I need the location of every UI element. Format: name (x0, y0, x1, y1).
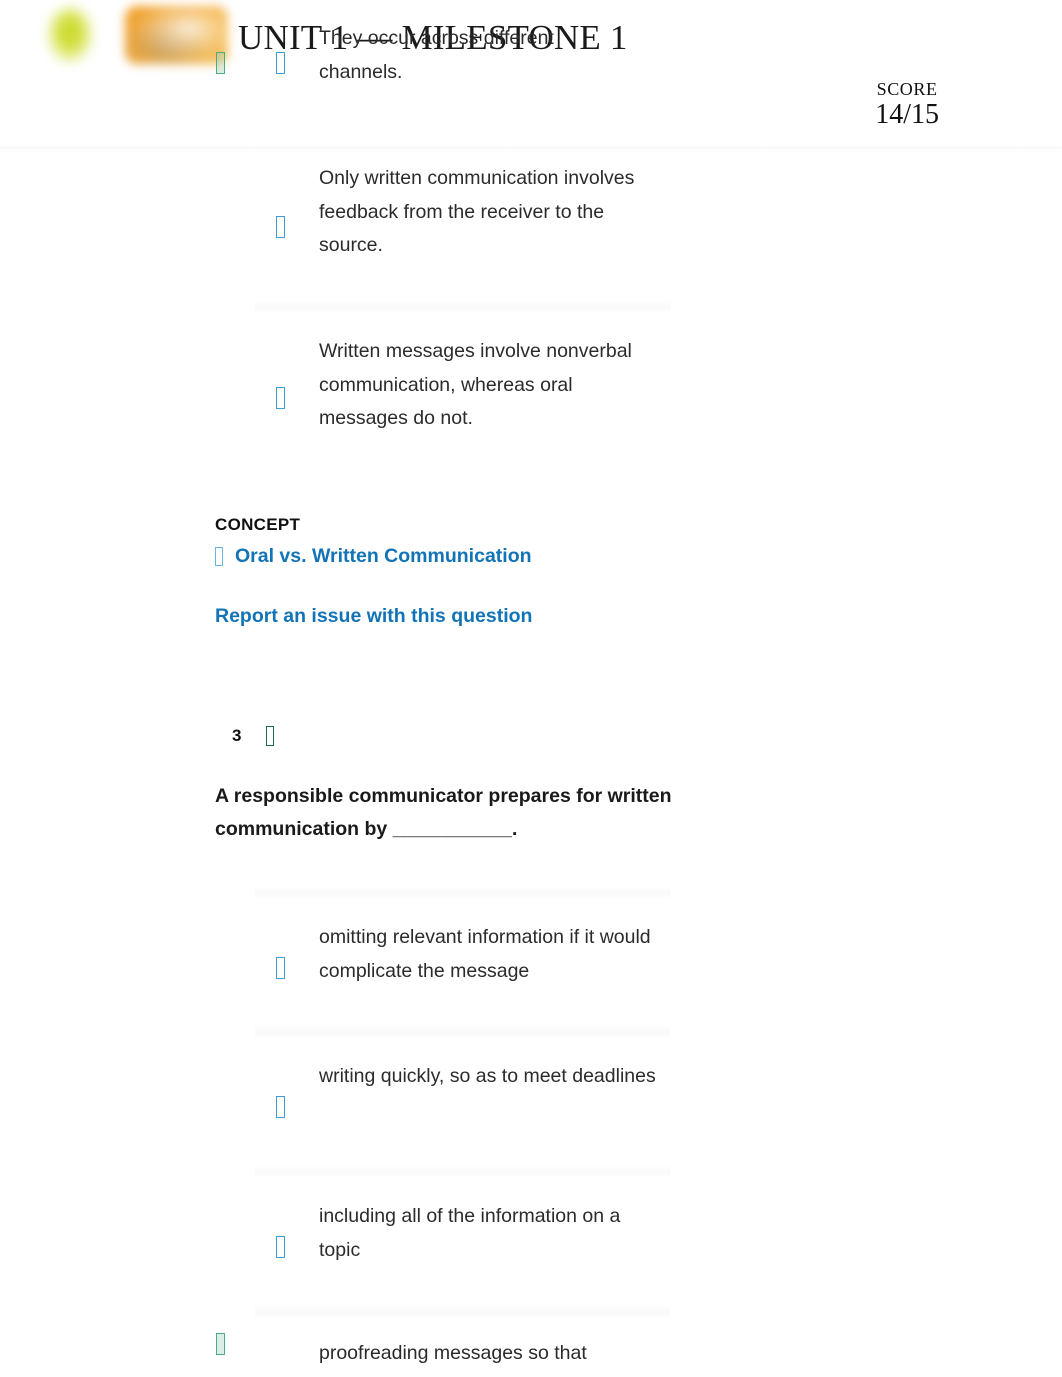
option-label: proofreading messages so that (319, 1342, 587, 1364)
question-header: 3 (232, 726, 275, 746)
option-separator (255, 300, 670, 313)
radio-unselected-icon[interactable] (276, 1096, 285, 1118)
concept-link-row[interactable]: Oral vs. Written Communication (215, 545, 532, 568)
score-value: 14/15 (875, 98, 939, 130)
radio-unselected-icon[interactable] (276, 387, 285, 409)
option-separator (255, 1305, 670, 1318)
report-issue-link[interactable]: Report an issue with this question (215, 605, 532, 628)
question-stem: A responsible communicator prepares for … (215, 785, 672, 840)
option-label: omitting relevant information if it woul… (319, 926, 651, 982)
option-separator (255, 886, 670, 899)
score-label: SCORE (876, 79, 938, 99)
correct-check-icon (266, 726, 275, 746)
radio-unselected-icon[interactable] (276, 216, 285, 238)
orange-tile-logo-icon (125, 6, 228, 64)
radio-unselected-icon[interactable] (276, 957, 285, 979)
option-separator (255, 1165, 670, 1178)
option-label: including all of the information on a to… (319, 1205, 621, 1261)
option-label: Only written communication involves feed… (319, 167, 635, 256)
correct-answer-icon (216, 52, 225, 74)
concept-label: CONCEPT (215, 515, 301, 534)
sophia-leaf-logo-icon (48, 8, 92, 62)
question-number: 3 (232, 726, 242, 745)
option-separator (255, 1025, 670, 1038)
overlapped-option-text: They occur across different channels. (319, 27, 554, 83)
option-label: writing quickly, so as to meet deadlines (319, 1065, 656, 1087)
concept-link[interactable]: Oral vs. Written Communication (235, 545, 532, 568)
radio-unselected-icon[interactable] (276, 52, 285, 74)
score-display: SCORE 14/15 (875, 80, 939, 130)
header-divider (0, 146, 1062, 150)
concept-book-icon (215, 547, 223, 566)
option-label: Written messages involve nonverbal commu… (319, 340, 632, 429)
correct-answer-icon (216, 1333, 225, 1355)
radio-unselected-icon[interactable] (276, 1236, 285, 1258)
